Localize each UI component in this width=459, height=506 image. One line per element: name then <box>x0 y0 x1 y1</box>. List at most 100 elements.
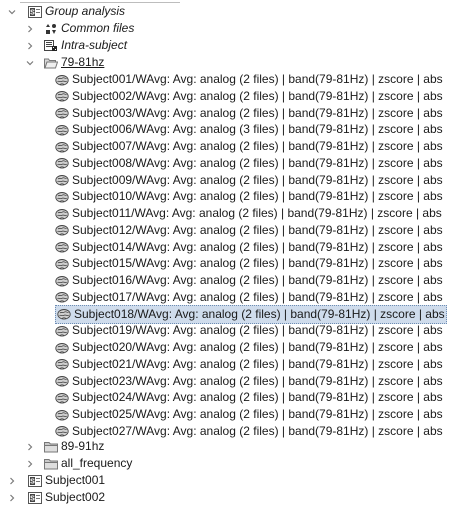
tree-entry-row[interactable]: Subject012/WAvg: Avg: analog (2 files) |… <box>0 222 459 239</box>
common-files-icon <box>44 23 58 35</box>
tree-entry-content: Subject001/WAvg: Avg: analog (2 files) |… <box>55 71 443 88</box>
tree-entry-row[interactable]: Subject016/WAvg: Avg: analog (2 files) |… <box>0 272 459 289</box>
svg-text:S: S <box>30 495 35 502</box>
tree-entry-row[interactable]: Subject001/WAvg: Avg: analog (2 files) |… <box>0 71 459 88</box>
tree-entry-content: Subject011/WAvg: Avg: analog (2 files) |… <box>55 205 442 222</box>
tree-entry-content: Subject019/WAvg: Avg: analog (2 files) |… <box>55 322 443 339</box>
brain-surface-icon <box>55 358 69 370</box>
tree-entry-content: Subject021/WAvg: Avg: analog (2 files) |… <box>55 356 443 373</box>
tree-node-intra-subject[interactable]: Intra-subject <box>0 37 459 54</box>
brain-surface-icon <box>55 157 69 169</box>
brain-surface-icon <box>55 208 69 220</box>
tree-node-folder-79-81hz[interactable]: 79-81hz <box>0 54 459 71</box>
brain-surface-icon <box>55 342 69 354</box>
tree-entry-label: Subject023/WAvg: Avg: analog (2 files) |… <box>72 373 443 388</box>
chevron-down-icon[interactable] <box>26 59 34 67</box>
brain-surface-icon <box>55 275 69 287</box>
brain-surface-icon <box>55 258 69 270</box>
tree-entry-label: Subject014/WAvg: Avg: analog (2 files) |… <box>72 239 443 254</box>
brain-surface-icon <box>57 308 71 320</box>
tree-entry-row[interactable]: Subject011/WAvg: Avg: analog (2 files) |… <box>0 205 459 222</box>
tree-entry-label: Subject007/WAvg: Avg: analog (2 files) |… <box>72 139 443 153</box>
tree-entry-content: Subject023/WAvg: Avg: analog (2 files) |… <box>55 373 443 390</box>
tree-node-subject001[interactable]: S Subject001 <box>0 472 459 489</box>
tree-entry-label: Subject011/WAvg: Avg: analog (2 files) |… <box>72 206 442 220</box>
tree-entry-row[interactable]: Subject018/WAvg: Avg: analog (2 files) |… <box>0 304 459 324</box>
chevron-right-icon[interactable] <box>26 460 34 468</box>
tree-entry-row[interactable]: Subject003/WAvg: Avg: analog (2 files) |… <box>0 105 459 122</box>
tree-entry-label: Subject001/WAvg: Avg: analog (2 files) |… <box>72 72 443 86</box>
intra-subject-label: Intra-subject <box>61 38 128 52</box>
tree-entry-content: Subject006/WAvg: Avg: analog (3 files) |… <box>55 121 443 138</box>
brain-surface-icon <box>55 375 69 387</box>
tree-entry-row[interactable]: Subject015/WAvg: Avg: analog (2 files) |… <box>0 255 459 272</box>
tree-entry-label: Subject012/WAvg: Avg: analog (2 files) |… <box>72 222 443 237</box>
tree-entry-label: Subject017/WAvg: Avg: analog (2 files) |… <box>72 289 443 304</box>
folder-open-icon <box>44 57 58 69</box>
tree-entry-content: Subject017/WAvg: Avg: analog (2 files) |… <box>55 289 443 306</box>
tree-node-subject002[interactable]: S Subject002 <box>0 489 459 506</box>
chevron-right-icon[interactable] <box>26 443 34 451</box>
tree-entry-row[interactable]: Subject007/WAvg: Avg: analog (2 files) |… <box>0 138 459 155</box>
tree-node-common-files[interactable]: Common files <box>0 20 459 37</box>
tree-entry-row[interactable]: Subject009/WAvg: Avg: analog (2 files) |… <box>0 172 459 189</box>
tree-entry-row[interactable]: Subject019/WAvg: Avg: analog (2 files) |… <box>0 322 459 339</box>
tree-entry-content: Subject008/WAvg: Avg: analog (2 files) |… <box>55 155 443 172</box>
tree-entry-content: Subject025/WAvg: Avg: analog (2 files) |… <box>55 406 443 423</box>
tree-entry-content: Subject010/WAvg: Avg: analog (2 files) |… <box>55 188 443 205</box>
tree-entry-row[interactable]: Subject006/WAvg: Avg: analog (3 files) |… <box>0 121 459 138</box>
tree-node-folder-all-frequency[interactable]: all_frequency <box>0 455 459 472</box>
brain-surface-icon <box>55 74 69 86</box>
chevron-right-icon[interactable] <box>26 25 34 33</box>
brain-surface-icon <box>55 124 69 136</box>
brain-surface-icon <box>55 174 69 186</box>
brain-surface-icon <box>55 191 69 203</box>
tree-entry-content: Subject016/WAvg: Avg: analog (2 files) |… <box>55 272 443 289</box>
tree-entry-row[interactable]: Subject023/WAvg: Avg: analog (2 files) |… <box>0 373 459 390</box>
intra-subject-icon <box>44 39 58 52</box>
tree-entry-label: Subject003/WAvg: Avg: analog (2 files) |… <box>72 105 443 120</box>
group-analysis-label: Group analysis <box>45 4 126 18</box>
tree-entry-content: Subject003/WAvg: Avg: analog (2 files) |… <box>55 105 443 122</box>
tree-entry-label: Subject024/WAvg: Avg: analog (2 files) |… <box>72 390 443 405</box>
tree-entry-row[interactable]: Subject002/WAvg: Avg: analog (2 files) |… <box>0 88 459 105</box>
tree-entry-content: Subject009/WAvg: Avg: analog (2 files) |… <box>55 172 443 189</box>
brain-surface-icon <box>55 224 69 236</box>
tree-entry-label: Subject002/WAvg: Avg: analog (2 files) |… <box>72 88 443 103</box>
tree-entry-row[interactable]: Subject025/WAvg: Avg: analog (2 files) |… <box>0 406 459 423</box>
database-explorer-tree: S Group analysis Common files Intra-subj… <box>0 0 459 504</box>
tree-entry-row[interactable]: Subject017/WAvg: Avg: analog (2 files) |… <box>0 289 459 306</box>
tree-entry-row[interactable]: Subject010/WAvg: Avg: analog (2 files) |… <box>0 188 459 205</box>
chevron-right-icon[interactable] <box>8 494 16 502</box>
subject001-label: Subject001 <box>45 473 106 487</box>
tree-entry-label: Subject016/WAvg: Avg: analog (2 files) |… <box>72 273 443 287</box>
folder-89-91hz-label: 89-91hz <box>61 439 105 453</box>
tree-entry-label: Subject018/WAvg: Avg: analog (2 files) |… <box>74 306 445 321</box>
tree-entry-row[interactable]: Subject008/WAvg: Avg: analog (2 files) |… <box>0 155 459 172</box>
folder-all-frequency-label: all_frequency <box>61 456 133 470</box>
brain-surface-icon <box>55 325 69 337</box>
tree-entry-content: Subject015/WAvg: Avg: analog (2 files) |… <box>55 255 443 272</box>
subject002-label: Subject002 <box>45 490 106 504</box>
tree-entry-row[interactable]: Subject020/WAvg: Avg: analog (2 files) |… <box>0 339 459 356</box>
tree-entry-row[interactable]: Subject014/WAvg: Avg: analog (2 files) |… <box>0 239 459 256</box>
tree-node-folder-89-91hz[interactable]: 89-91hz <box>0 438 459 455</box>
svg-text:S: S <box>30 9 35 16</box>
folder-icon <box>44 441 58 453</box>
tree-entry-content: Subject007/WAvg: Avg: analog (2 files) |… <box>55 138 443 155</box>
tree-entry-label: Subject009/WAvg: Avg: analog (2 files) |… <box>72 172 443 187</box>
tree-entry-row[interactable]: Subject024/WAvg: Avg: analog (2 files) |… <box>0 389 459 406</box>
tree-entry-content: Subject002/WAvg: Avg: analog (2 files) |… <box>55 88 443 105</box>
tree-entry-label: Subject019/WAvg: Avg: analog (2 files) |… <box>72 323 443 338</box>
chevron-right-icon[interactable] <box>26 42 34 50</box>
brain-surface-icon <box>55 291 69 303</box>
tree-entry-row[interactable]: Subject021/WAvg: Avg: analog (2 files) |… <box>0 356 459 373</box>
chevron-down-icon[interactable] <box>8 8 16 16</box>
tree-node-group-analysis[interactable]: S Group analysis <box>0 3 459 20</box>
subject-icon: S <box>28 491 42 504</box>
study-icon: S <box>28 5 42 18</box>
chevron-right-icon[interactable] <box>8 477 16 485</box>
subject-icon: S <box>28 474 42 487</box>
brain-surface-icon <box>55 107 69 119</box>
svg-text:S: S <box>30 478 35 485</box>
